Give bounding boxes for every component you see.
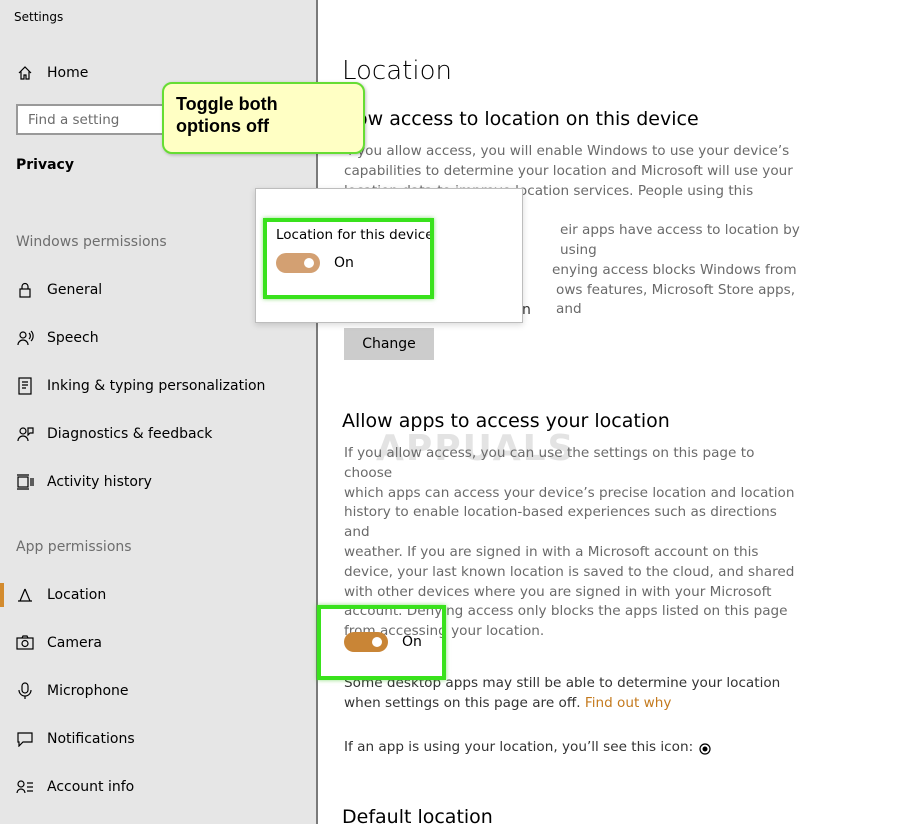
page-title: Location <box>342 56 452 86</box>
diagnostics-icon <box>16 425 34 443</box>
sidebar-item-label: Speech <box>47 330 99 346</box>
device-status-text: n <box>522 302 531 318</box>
speech-icon <box>16 329 34 347</box>
lock-icon <box>16 281 34 299</box>
sidebar-item-camera[interactable]: Camera <box>16 631 102 655</box>
location-icon <box>16 586 34 604</box>
sidebar-item-label: Location <box>47 587 107 603</box>
sidebar-item-location[interactable]: Location <box>16 583 106 607</box>
icon-note-text: If an app is using your location, you’ll… <box>344 739 694 755</box>
text-line: If you allow access, you can use the set… <box>344 445 755 481</box>
microphone-icon <box>16 682 34 700</box>
sidebar-item-account-info[interactable]: Account info <box>16 775 134 799</box>
notifications-icon <box>16 730 34 748</box>
text-line: which apps can access your device’s prec… <box>344 484 795 501</box>
sidebar-item-diagnostics[interactable]: Diagnostics & feedback <box>16 422 212 446</box>
sidebar-item-general[interactable]: General <box>16 278 102 302</box>
windows-permissions-label: Windows permissions <box>16 234 167 250</box>
find-out-why-link[interactable]: Find out why <box>585 695 672 711</box>
sidebar-item-inking[interactable]: Inking & typing personalization <box>16 374 265 398</box>
account-info-icon <box>16 778 34 796</box>
sidebar-item-label: Notifications <box>47 731 135 747</box>
callout-text: Toggle both options off <box>176 93 278 137</box>
sidebar-item-notifications[interactable]: Notifications <box>16 727 135 751</box>
text-line: capabilities to determine your location … <box>344 162 793 179</box>
sidebar-item-microphone[interactable]: Microphone <box>16 679 129 703</box>
sidebar-item-speech[interactable]: Speech <box>16 326 99 350</box>
callout-line: options off <box>176 116 269 136</box>
app-title: Settings <box>14 10 64 24</box>
home-icon <box>16 64 34 82</box>
sidebar-item-label: Camera <box>47 635 102 651</box>
text-line: weather. If you are signed in with a Mic… <box>344 543 759 560</box>
text-line: when settings on this page are off. Find… <box>344 694 800 714</box>
highlight-box-app-toggle <box>317 605 446 680</box>
change-button[interactable]: Change <box>344 328 434 360</box>
main-content: Location ow access to location on this d… <box>320 0 921 824</box>
sidebar-item-label: Activity history <box>47 474 152 490</box>
location-icon-note: If an app is using your location, you’ll… <box>344 738 800 758</box>
sidebar-item-label: Inking & typing personalization <box>47 378 266 394</box>
activity-history-icon <box>16 473 34 491</box>
highlight-box-device-toggle <box>263 218 434 299</box>
camera-icon <box>16 634 34 652</box>
annotation-callout: Toggle both options off <box>162 82 365 154</box>
sidebar-item-label: Account info <box>47 779 135 795</box>
app-permissions-label: App permissions <box>16 539 132 555</box>
text-line: device, your last known location is save… <box>344 563 795 580</box>
text-line: with other devices where you are signed … <box>344 583 772 600</box>
section-title: Privacy <box>16 157 74 173</box>
sidebar-item-label: Microphone <box>47 683 129 699</box>
active-indicator <box>0 583 4 607</box>
sidebar-item-home[interactable]: Home <box>16 62 88 84</box>
section-heading-device-access: ow access to location on this device <box>356 108 699 130</box>
sidebar-item-activity-history[interactable]: Activity history <box>16 470 152 494</box>
inking-icon <box>16 377 34 395</box>
sidebar-item-label: Diagnostics & feedback <box>47 426 213 442</box>
location-in-use-icon <box>699 742 711 755</box>
section-heading-default-location: Default location <box>342 806 493 824</box>
text-line: f you allow access, you will enable Wind… <box>348 143 790 159</box>
text-line: history to enable location-based experie… <box>344 504 777 541</box>
note-text: when settings on this page are off. <box>344 694 581 711</box>
sidebar-item-label: Home <box>47 65 89 81</box>
sidebar-item-label: General <box>47 282 103 298</box>
callout-line: Toggle both <box>176 94 278 114</box>
